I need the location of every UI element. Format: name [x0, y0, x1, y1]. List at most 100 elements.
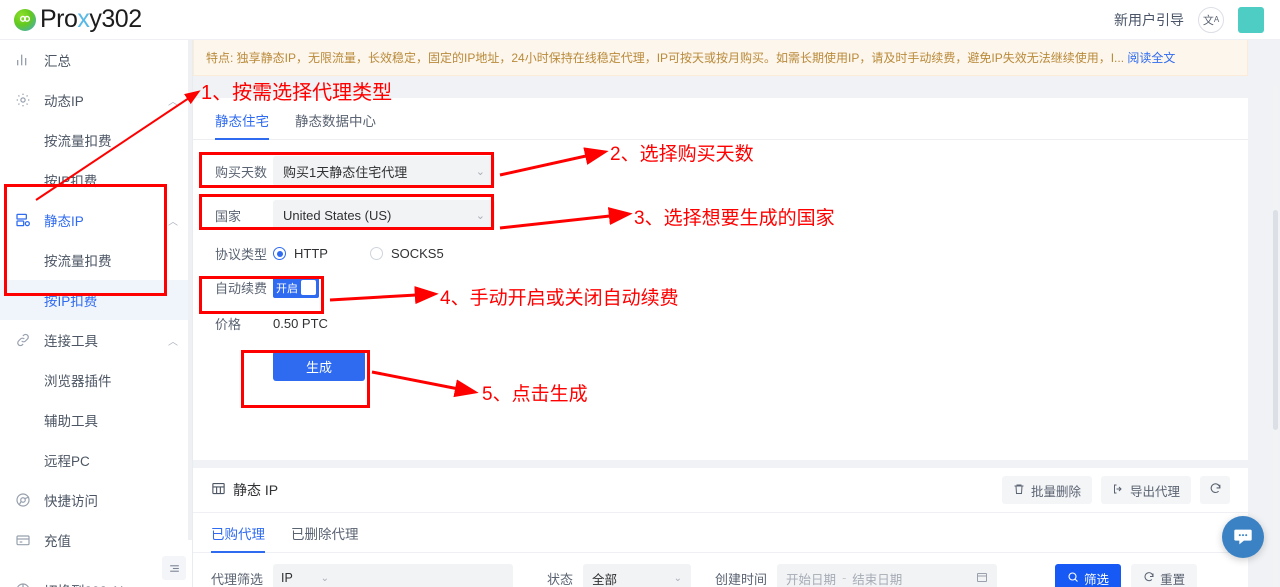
sidebar-item-4[interactable]: 静态IP ︿	[0, 200, 192, 240]
chevron-down-icon: ⌄	[475, 209, 485, 222]
refresh-button[interactable]	[1200, 476, 1230, 504]
chevron-icon: ︿	[168, 216, 178, 228]
export-proxy-button[interactable]: 导出代理	[1100, 476, 1191, 504]
chevron-down-icon: ⌄	[320, 572, 330, 584]
radio-socks5[interactable]	[369, 247, 383, 260]
proxy-filter-input[interactable]	[337, 564, 514, 587]
card-title-text: 静态 IP	[233, 482, 279, 498]
sidebar-item-label: 浏览器插件	[44, 374, 112, 389]
brand-name: Proxy302	[40, 5, 142, 34]
notice-read-more-link[interactable]: 阅读全文	[1127, 49, 1175, 66]
export-icon	[1112, 483, 1124, 498]
sidebar-item-label: 按流量扣费	[44, 254, 112, 269]
brand-logo[interactable]: Proxy302	[0, 5, 142, 34]
gear-ip-icon	[14, 91, 32, 109]
date-end-placeholder: 结束日期	[852, 572, 903, 587]
sidebar-item-label: 汇总	[44, 54, 71, 69]
sidebar-item-label: 充值	[44, 534, 71, 549]
chart-bar-icon	[14, 51, 32, 69]
sidebar-item-label: 快捷访问	[44, 494, 98, 509]
filter-reset-label: 重置	[1160, 572, 1186, 587]
filter-bar: 代理筛选 IP ⌄ 状态 全部 ⌄ 创建时间 开始日期 - 结束日期 筛选 重置	[193, 553, 1248, 587]
sidebar-item-6[interactable]: 按IP扣费	[0, 280, 192, 320]
sidebar: 汇总 动态IP ︿ 按流量扣费 按IP扣费 静态IP ︿ 按流量扣费 按IP扣费 连接工具 ︿ 浏览器…	[0, 40, 193, 587]
tab-purchased-proxies[interactable]: 已购代理	[211, 523, 265, 553]
field-country: 国家 United States (US) ⌄	[215, 200, 1226, 230]
chevron-down-icon: ⌄	[475, 165, 485, 178]
main-scrollbar-thumb[interactable]	[1273, 210, 1278, 430]
main-content: 特点: 独享静态IP，无限流量，长效稳定，固定的IP地址，24小时保持在线稳定代…	[193, 40, 1280, 587]
autorenew-toggle[interactable]: 开启	[273, 277, 319, 298]
trash-icon	[1013, 483, 1025, 498]
sidebar-item-5[interactable]: 按流量扣费	[0, 240, 192, 280]
link-icon	[14, 331, 32, 349]
tab-deleted-proxies[interactable]: 已删除代理	[291, 523, 359, 552]
notice-banner: 特点: 独享静态IP，无限流量，长效稳定，固定的IP地址，24小时保持在线稳定代…	[193, 40, 1248, 76]
card-title: 静态 IP	[211, 480, 278, 500]
sidebar-scrollbar[interactable]	[188, 40, 192, 540]
chevron-down-icon: ⌄	[673, 572, 683, 584]
date-separator: -	[842, 571, 847, 585]
tab-static-residential[interactable]: 静态住宅	[215, 110, 269, 140]
radio-http[interactable]	[273, 247, 286, 260]
refresh-icon	[1209, 482, 1222, 498]
sidebar-item-label: 远程PC	[44, 454, 90, 469]
proxy-filter-label: 代理筛选	[211, 571, 264, 587]
collapse-menu-icon[interactable]	[162, 556, 186, 580]
card-tabs: 已购代理 已删除代理	[193, 513, 1248, 553]
sidebar-item-label: 静态IP	[44, 214, 84, 229]
protocol-radio-group: HTTP SOCKS5	[273, 246, 444, 261]
sidebar-item-1[interactable]: 动态IP ︿	[0, 80, 192, 120]
new-user-guide-link[interactable]: 新用户引导	[1114, 10, 1184, 30]
proxy-filter-type-value: IP	[281, 571, 293, 585]
field-price: 价格 0.50 PTC	[215, 314, 1226, 333]
country-value: United States (US)	[283, 207, 392, 223]
autorenew-label: 自动续费	[215, 281, 268, 296]
purchase-form: 购买天数 购买1天静态住宅代理 ⌄ 国家 United States (US) …	[193, 140, 1248, 381]
sidebar-item-0[interactable]: 汇总	[0, 40, 192, 80]
chrome-icon	[14, 491, 32, 509]
status-label: 状态	[547, 571, 574, 587]
batch-delete-button[interactable]: 批量删除	[1001, 476, 1092, 504]
status-select[interactable]: 全部 ⌄	[583, 564, 692, 587]
protocol-label: 协议类型	[215, 247, 268, 262]
protocol-socks5-label: SOCKS5	[390, 246, 444, 261]
panel-tabs: 静态住宅 静态数据中心	[193, 98, 1248, 140]
days-select[interactable]: 购买1天静态住宅代理 ⌄	[273, 156, 495, 186]
card-header: 静态 IP 批量删除 导出代理	[193, 468, 1248, 513]
sidebar-item-10[interactable]: 远程PC	[0, 440, 192, 480]
sidebar-item-11[interactable]: 快捷访问	[0, 480, 192, 520]
avatar[interactable]	[1238, 6, 1264, 33]
sidebar-item-12[interactable]: 充值	[0, 520, 192, 560]
sidebar-item-8[interactable]: 浏览器插件	[0, 360, 192, 400]
proxy-logo-icon	[14, 8, 36, 31]
field-autorenew: 自动续费 开启	[215, 277, 1226, 298]
chevron-icon: ︿	[168, 336, 178, 348]
refresh-icon	[1143, 571, 1155, 586]
price-label: 价格	[215, 317, 242, 332]
tab-static-datacenter[interactable]: 静态数据中心	[295, 110, 376, 139]
sidebar-item-3[interactable]: 按IP扣费	[0, 160, 192, 200]
sidebar-item-2[interactable]: 按流量扣费	[0, 120, 192, 160]
country-select[interactable]: United States (US) ⌄	[273, 200, 495, 230]
generate-button[interactable]: 生成	[273, 351, 365, 381]
toggle-knob	[301, 280, 316, 295]
export-proxy-label: 导出代理	[1129, 484, 1180, 499]
sidebar-item-9[interactable]: 辅助工具	[0, 400, 192, 440]
sidebar-item-label: 连接工具	[44, 334, 98, 349]
date-range-picker[interactable]: 开始日期 - 结束日期	[777, 564, 998, 587]
brand-part-1: Pro	[40, 5, 78, 33]
created-time-label: 创建时间	[715, 571, 768, 587]
field-protocol: 协议类型 HTTP SOCKS5	[215, 244, 1226, 263]
field-generate: 生成	[215, 351, 1226, 381]
static-ip-card: 静态 IP 批量删除 导出代理 已购代理 已删除代理 代理筛选 IP ⌄ 状态 …	[193, 468, 1248, 587]
filter-search-button[interactable]: 筛选	[1055, 564, 1122, 587]
sidebar-item-7[interactable]: 连接工具 ︿	[0, 320, 192, 360]
translate-icon[interactable]: 文A	[1198, 6, 1224, 33]
proxy-filter-type-select[interactable]: IP ⌄	[273, 564, 338, 587]
chat-bubble-icon[interactable]	[1222, 516, 1264, 558]
filter-reset-button[interactable]: 重置	[1131, 564, 1198, 587]
chevron-icon: ︿	[168, 96, 178, 108]
app-root: Proxy302 新用户引导 文A 汇总 动态IP ︿ 按流量扣费 按IP扣费 静态IP ︿…	[0, 0, 1280, 587]
brand-part-2: y302	[89, 5, 142, 33]
